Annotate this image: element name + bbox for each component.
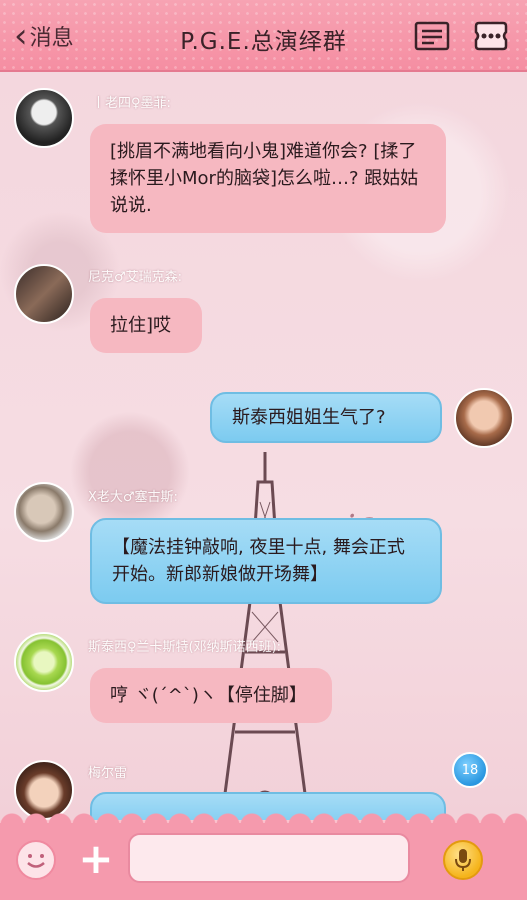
message-input[interactable] <box>128 833 410 883</box>
message-text: [挑眉不满地看向小鬼]难道你会? [揉了揉怀里小Mor的脑袋]怎么啦…? 跟姑姑… <box>110 141 419 216</box>
group-info-button[interactable] <box>414 20 450 52</box>
plus-button[interactable]: + <box>76 838 116 880</box>
avatar[interactable] <box>14 632 74 692</box>
message-text: 斯泰西姐姐生气了? <box>232 407 386 428</box>
top-bar: ‹ 消息 P.G.E.总演绎群 <box>0 0 527 72</box>
sender-name: 尼克♂艾瑞克森: <box>88 270 183 285</box>
message-text: 【魔法挂钟敲响, 夜里十点, 舞会正式开始。新郎新娘做开场舞】 <box>112 537 405 585</box>
list-icon <box>414 21 450 51</box>
message-bubble[interactable]: 哼 ヾ(´^`)ヽ【停住脚】 <box>90 668 332 723</box>
sender-name: 斯泰西♀兰卡斯特(邓纳斯诺西班): <box>88 640 282 655</box>
message-text: 拉住]哎 <box>110 315 172 336</box>
avatar[interactable] <box>14 264 74 324</box>
avatar[interactable] <box>14 482 74 542</box>
sender-name: 梅尔雷 <box>88 766 128 781</box>
microphone-icon <box>455 849 471 871</box>
message-bubble[interactable]: [挑眉不满地看向小鬼]难道你会? [揉了揉怀里小Mor的脑袋]怎么啦…? 跟姑姑… <box>90 124 446 233</box>
smiley-icon <box>27 854 45 868</box>
plus-icon: + <box>78 834 114 883</box>
unread-badge[interactable]: 18 <box>452 752 488 788</box>
voice-button[interactable] <box>443 840 483 880</box>
more-icon <box>474 21 508 51</box>
message-bubble[interactable]: 【魔法挂钟敲响, 夜里十点, 舞会正式开始。新郎新娘做开场舞】 <box>90 518 442 604</box>
message-text: 哼 ヾ(´^`)ヽ【停住脚】 <box>110 685 307 706</box>
self-avatar[interactable] <box>454 388 514 448</box>
avatar[interactable] <box>14 88 74 148</box>
sender-name: 丨老四♀墨菲: <box>92 96 171 111</box>
input-bar: + <box>0 809 527 900</box>
sender-name: X老大♂塞古斯: <box>88 490 178 505</box>
message-bubble-self[interactable]: 斯泰西姐姐生气了? <box>210 392 442 443</box>
more-button[interactable] <box>472 20 508 52</box>
emoji-button[interactable] <box>16 840 56 880</box>
message-bubble[interactable]: 拉住]哎 <box>90 298 202 353</box>
